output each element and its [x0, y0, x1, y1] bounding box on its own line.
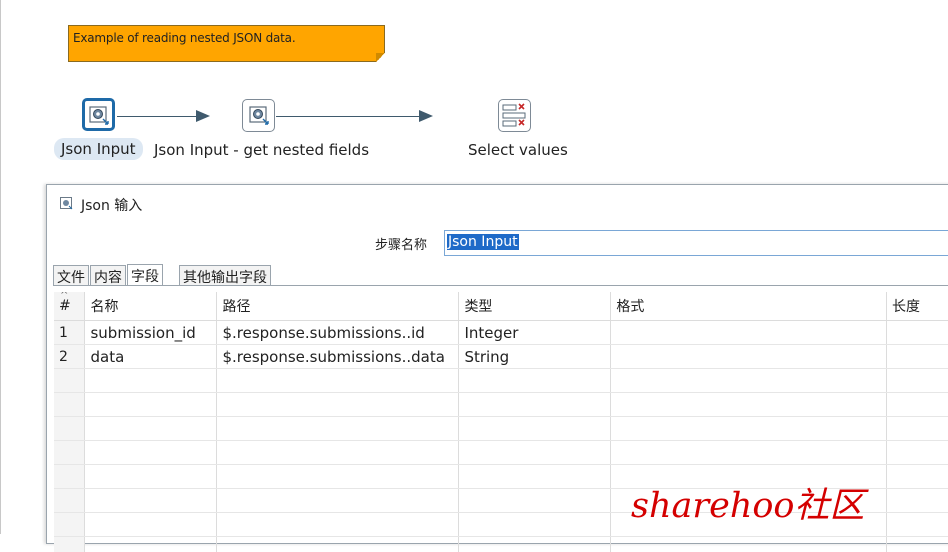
- cell-format[interactable]: [611, 345, 887, 369]
- stepname-input[interactable]: Json Input: [444, 230, 948, 256]
- tab-file[interactable]: 文件: [53, 265, 89, 285]
- json-input-icon: [243, 100, 274, 131]
- json-input-icon: [60, 197, 73, 210]
- cell-path[interactable]: $.response.submissions..id: [217, 321, 459, 345]
- note-text: Example of reading nested JSON data.: [73, 31, 295, 45]
- column-header-format[interactable]: 格式: [611, 292, 887, 321]
- table-header-row: ^# 名称 路径 类型 格式 长度: [54, 292, 948, 321]
- table-row-empty[interactable]: [54, 393, 948, 417]
- cell-name[interactable]: data: [85, 345, 217, 369]
- table-row-empty[interactable]: [54, 369, 948, 393]
- cell-length[interactable]: [887, 321, 948, 345]
- column-header-number[interactable]: ^#: [54, 292, 85, 321]
- note-fold: [376, 53, 385, 62]
- left-border: [0, 0, 1, 534]
- tab-fields[interactable]: 字段: [127, 264, 163, 286]
- watermark: sharehoo社区: [631, 477, 865, 528]
- table-row[interactable]: 2 data $.response.submissions..data Stri…: [54, 345, 948, 369]
- table-row-empty[interactable]: [54, 441, 948, 465]
- table-row-empty[interactable]: [54, 417, 948, 441]
- column-header-name[interactable]: 名称: [85, 292, 217, 321]
- canvas-note[interactable]: Example of reading nested JSON data.: [68, 25, 385, 62]
- cell-type[interactable]: Integer: [459, 321, 611, 345]
- cell-type[interactable]: String: [459, 345, 611, 369]
- step-json-input[interactable]: [82, 98, 115, 131]
- hop-2[interactable]: [276, 116, 428, 117]
- table-row-empty[interactable]: [54, 537, 948, 552]
- row-number: 2: [54, 345, 85, 369]
- column-header-length[interactable]: 长度: [887, 292, 948, 321]
- cell-name[interactable]: submission_id: [85, 321, 217, 345]
- column-header-type[interactable]: 类型: [459, 292, 611, 321]
- step-json-input-nested[interactable]: [242, 99, 275, 132]
- dialog-title: Json 输入: [81, 195, 142, 215]
- json-input-icon: [85, 101, 112, 128]
- step-label-json-input-nested[interactable]: Json Input - get nested fields: [154, 141, 369, 159]
- row-number: 1: [54, 321, 85, 345]
- column-header-path[interactable]: 路径: [217, 292, 459, 321]
- sort-caret-icon: ^: [60, 292, 68, 301]
- tab-divider: [53, 285, 948, 286]
- tab-additional-output-fields[interactable]: 其他输出字段: [179, 265, 271, 285]
- cell-length[interactable]: [887, 345, 948, 369]
- tab-content[interactable]: 内容: [90, 265, 126, 285]
- hop-1-arrow-icon: [196, 110, 210, 122]
- step-label-select-values[interactable]: Select values: [468, 141, 568, 159]
- select-values-icon: [499, 100, 530, 131]
- step-select-values[interactable]: [498, 99, 531, 132]
- hop-2-arrow-icon: [419, 110, 433, 122]
- hop-1[interactable]: [117, 116, 203, 117]
- stepname-value: Json Input: [447, 234, 519, 250]
- stepname-label: 步骤名称: [375, 234, 427, 253]
- step-label-json-input[interactable]: Json Input: [54, 138, 143, 160]
- cell-path[interactable]: $.response.submissions..data: [217, 345, 459, 369]
- cell-format[interactable]: [611, 321, 887, 345]
- table-row[interactable]: 1 submission_id $.response.submissions..…: [54, 321, 948, 345]
